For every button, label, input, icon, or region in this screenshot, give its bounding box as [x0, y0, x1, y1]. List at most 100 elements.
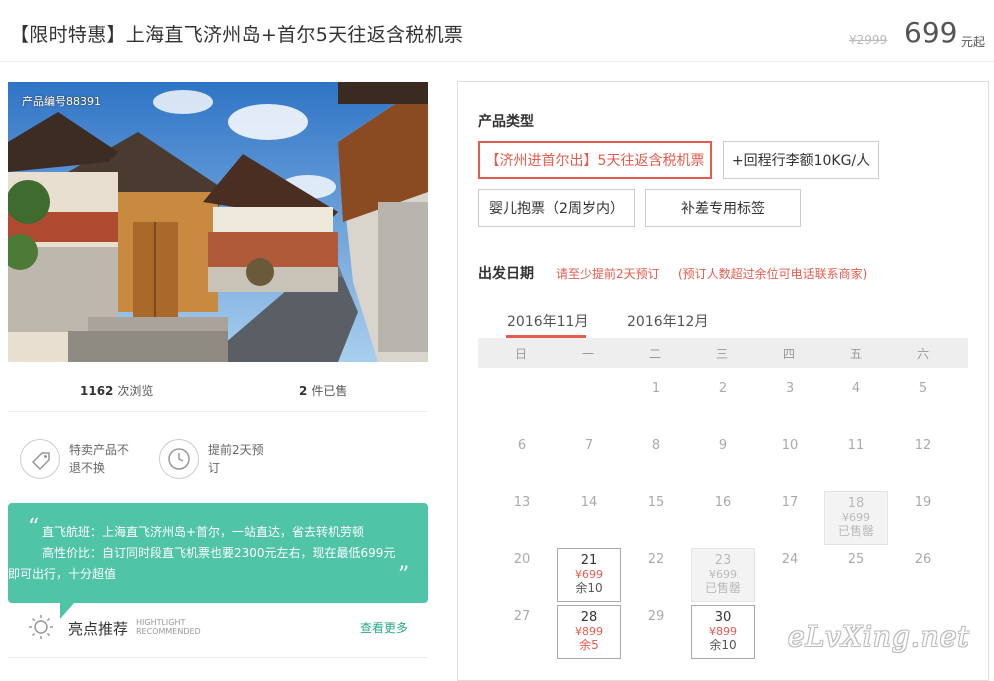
calendar-day: 20 [490, 548, 554, 602]
option-luggage[interactable]: +回程行李额10KG/人 [723, 141, 879, 179]
day-number: 16 [714, 495, 732, 510]
quote-close-icon: ” [398, 563, 410, 588]
hanok-street-illustration [8, 82, 428, 362]
calendar-day: 2 [691, 377, 755, 431]
calendar-day: 14 [557, 491, 621, 545]
day-number: 5 [918, 381, 928, 396]
day-price: ¥899 [709, 625, 737, 638]
price-unit: 元起 [961, 35, 986, 49]
advance-hint: 请至少提前2天预订 [556, 267, 660, 281]
day-number: 24 [781, 552, 799, 567]
day-number: 8 [651, 438, 661, 453]
day-number: 19 [914, 495, 932, 510]
day-number: 9 [718, 438, 728, 453]
calendar-day: 5 [891, 377, 955, 431]
option-infant[interactable]: 婴儿抱票（2周岁内） [478, 189, 635, 227]
quote-open-icon: “ [28, 515, 40, 540]
product-photo[interactable] [8, 82, 428, 362]
calendar-day: 15 [624, 491, 688, 545]
day-price: ¥899 [575, 625, 603, 638]
calendar-day: 11 [824, 434, 888, 488]
day-number: 6 [517, 438, 527, 453]
calendar-day: 22 [624, 548, 688, 602]
recommend-line: 直飞航班：上海直飞济州岛+首尔，一站直达，省去转机劳顿 [42, 525, 365, 539]
weekday-mon: 一 [581, 347, 594, 361]
feature-line: 退不换 [69, 461, 106, 475]
calendar-day: 27 [490, 605, 554, 659]
feature-line: 订 [208, 461, 221, 475]
day-price: ¥699 [709, 568, 737, 581]
calendar-day: 9 [691, 434, 755, 488]
day-price: ¥699 [575, 568, 603, 581]
day-status: 已售罄 [837, 524, 874, 538]
views-count: 1162 [80, 384, 114, 398]
sold-label: 件已售 [311, 384, 348, 398]
day-number: 30 [714, 610, 732, 625]
calendar-day-available[interactable]: 21 ¥699 余10 [557, 548, 621, 602]
calendar-day-available[interactable]: 28 ¥899 余5 [557, 605, 621, 659]
day-number: 11 [847, 438, 865, 453]
day-number: 27 [513, 609, 531, 624]
tab-nov-2016[interactable]: 2016年11月 [507, 311, 588, 331]
sold-stat: 2 件已售 [299, 382, 347, 399]
highlight-title: 亮点推荐 [68, 620, 129, 638]
calendar-day: 13 [490, 491, 554, 545]
calendar-day: 3 [758, 377, 822, 431]
calendar-day: 26 [891, 548, 955, 602]
current-price: 699 [904, 16, 958, 49]
highlight-en-line: RECOMMENDED [136, 627, 201, 636]
day-number: 3 [785, 381, 795, 396]
option-price-diff[interactable]: 补差专用标签 [645, 189, 801, 227]
day-status: 余10 [575, 581, 603, 595]
weekday-thu: 四 [782, 347, 795, 361]
day-number: 21 [580, 553, 598, 568]
option-jeju-seoul[interactable]: 【济州进首尔出】5天往返含税机票 [478, 141, 712, 179]
highlight-recommend: 亮点推荐 HIGHTLIGHT RECOMMENDED 查看更多 [8, 606, 428, 658]
day-number: 10 [781, 438, 799, 453]
weekday-wed: 三 [715, 347, 728, 361]
views-stat: 1162 次浏览 [80, 382, 153, 399]
feature-advance-booking: 提前2天预 订 [208, 441, 264, 477]
day-number: 20 [513, 552, 531, 567]
day-status: 余10 [709, 638, 737, 652]
day-number: 29 [647, 609, 665, 624]
day-number: 14 [580, 495, 598, 510]
calendar-day: 6 [490, 434, 554, 488]
day-number: 18 [847, 496, 865, 511]
booking-panel: 产品类型 【济州进首尔出】5天往返含税机票 +回程行李额10KG/人 婴儿抱票（… [457, 81, 989, 681]
calendar-day: 1 [624, 377, 688, 431]
highlight-subtitle: HIGHTLIGHT RECOMMENDED [136, 618, 201, 636]
view-more-link[interactable]: 查看更多 [360, 619, 408, 636]
day-status: 余5 [579, 638, 599, 652]
calendar-day: 17 [758, 491, 822, 545]
day-number: 26 [914, 552, 932, 567]
calendar-day: 7 [557, 434, 621, 488]
original-price: ¥2999 [849, 33, 888, 47]
calendar-day-available[interactable]: 30 ¥899 余10 [691, 605, 755, 659]
views-label: 次浏览 [117, 384, 154, 398]
recommend-bubble: “ 直飞航班：上海直飞济州岛+首尔，一站直达，省去转机劳顿 高性价比：自订同时段… [8, 503, 428, 603]
day-status: 已售罄 [704, 581, 741, 595]
calendar-day: 25 [824, 548, 888, 602]
sun-icon [29, 615, 53, 639]
feature-line: 特卖产品不 [69, 443, 130, 457]
day-number: 1 [651, 381, 661, 396]
recommend-line: 即可出行，十分超值 [8, 567, 117, 581]
day-number: 4 [851, 381, 861, 396]
calendar-day: 12 [891, 434, 955, 488]
feature-no-refund: 特卖产品不 退不换 [69, 441, 129, 477]
day-price: ¥699 [842, 511, 870, 524]
calendar-day-sold-out: 18 ¥699 已售罄 [824, 491, 888, 545]
product-type-label: 产品类型 [478, 114, 534, 130]
tab-dec-2016[interactable]: 2016年12月 [627, 311, 708, 331]
title-bar: 【限时特惠】上海直飞济州岛+首尔5天往返含税机票 ¥2999 699 元起 [0, 0, 994, 62]
calendar-day: 10 [758, 434, 822, 488]
page-title: 【限时特惠】上海直飞济州岛+首尔5天往返含税机票 [10, 24, 464, 46]
departure-date-label: 出发日期 [478, 266, 534, 282]
calendar-day: 16 [691, 491, 755, 545]
calendar-day-sold-out: 23 ¥699 已售罄 [691, 548, 755, 602]
tag-icon [20, 439, 60, 479]
day-number: 7 [584, 438, 594, 453]
day-number: 17 [781, 495, 799, 510]
calendar-day: 24 [758, 548, 822, 602]
